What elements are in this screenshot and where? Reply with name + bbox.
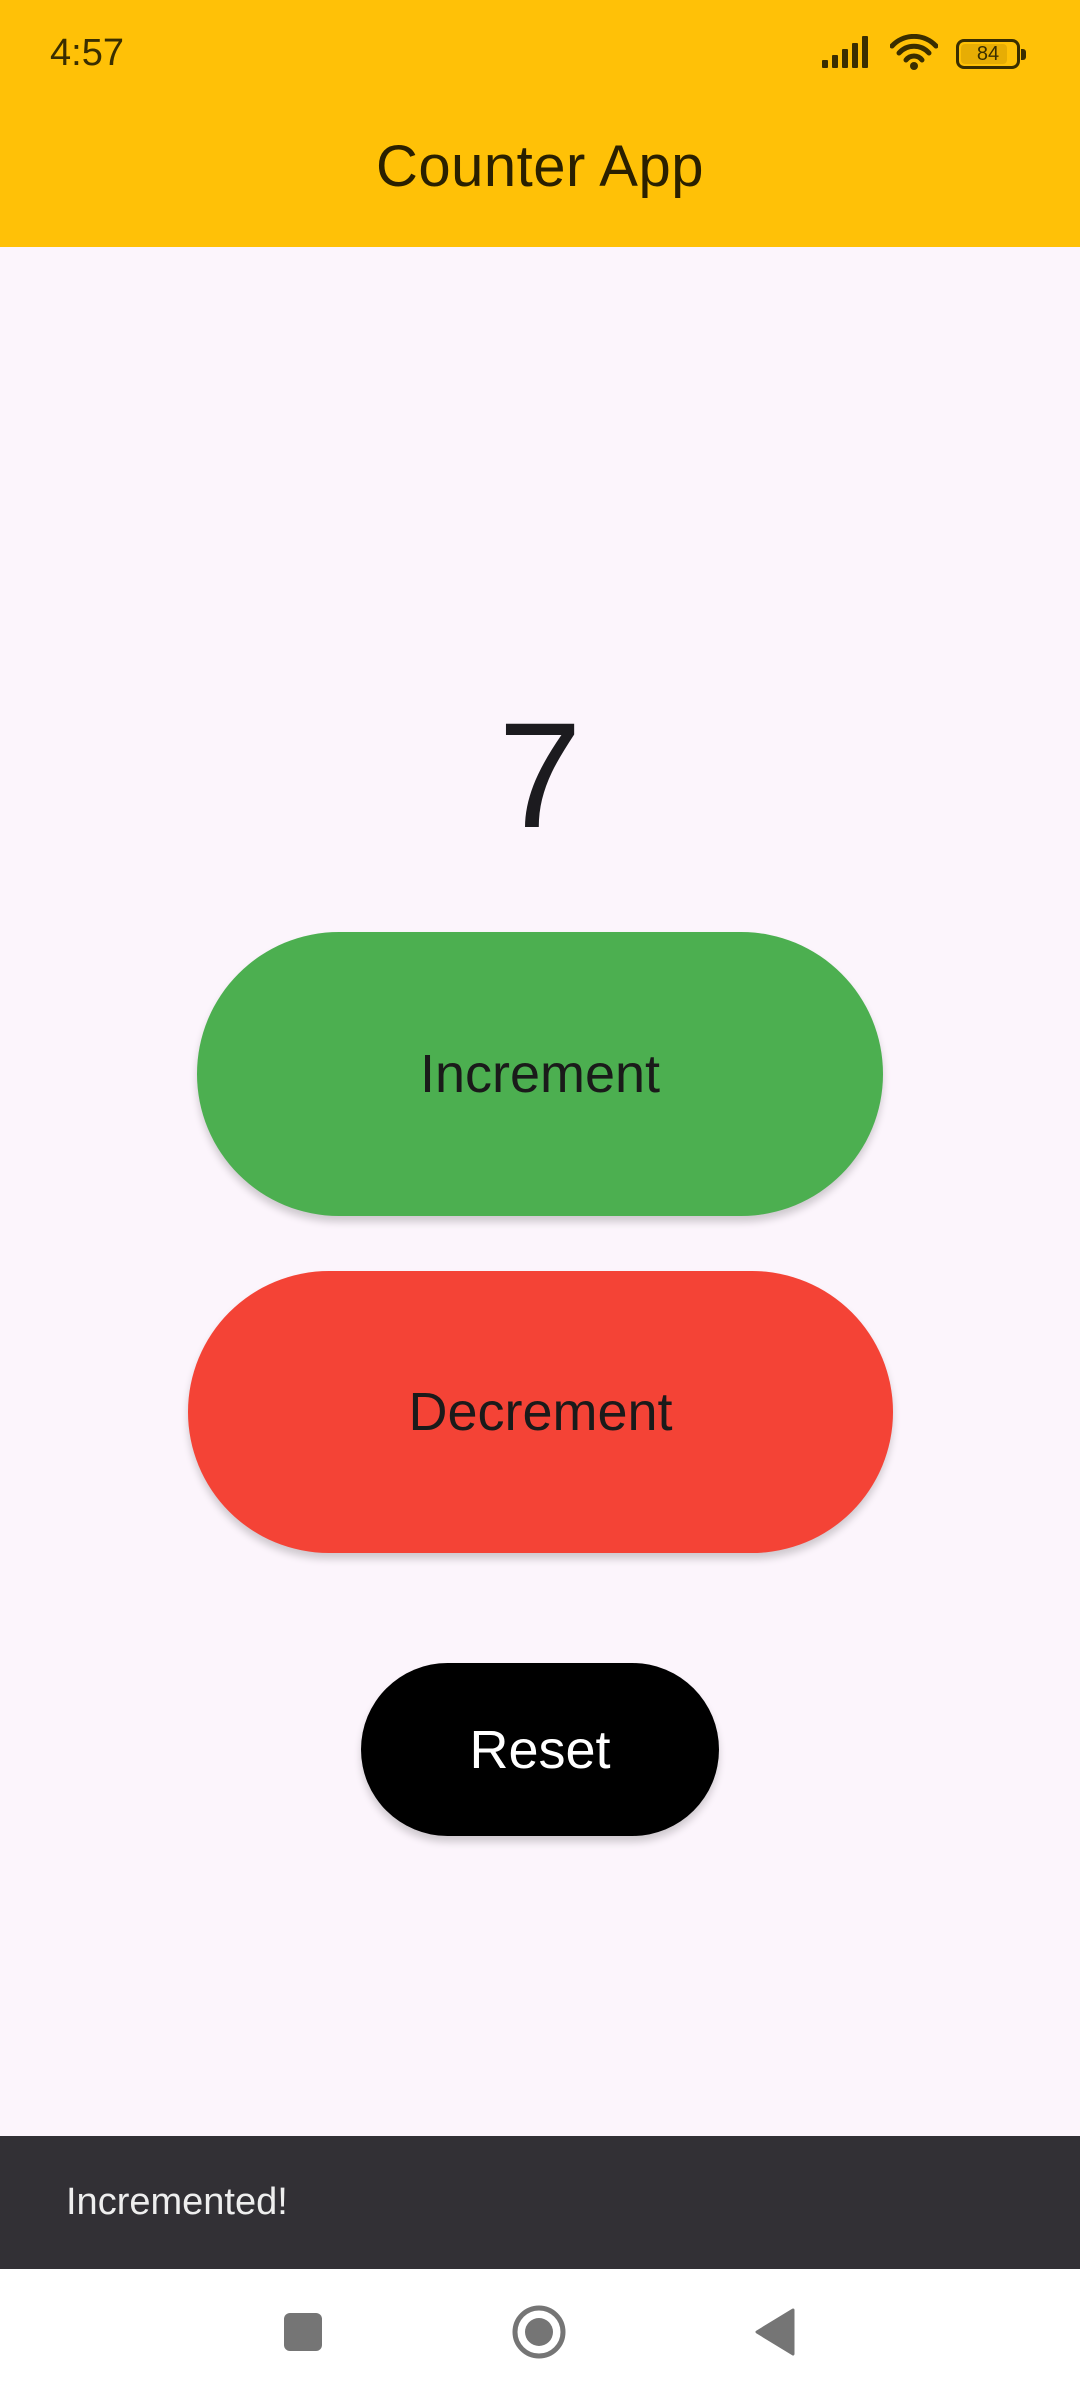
home-button[interactable] [479,2269,599,2400]
counter-value: 7 [498,691,582,859]
snackbar-message: Incremented! [66,2181,288,2223]
back-button[interactable] [715,2269,835,2400]
home-icon [511,2304,567,2365]
battery-icon: 84 [956,39,1026,69]
decrement-button[interactable]: Decrement [188,1271,893,1553]
reset-button[interactable]: Reset [361,1663,719,1836]
recents-icon [282,2311,324,2358]
system-nav-bar [0,2269,1080,2400]
increment-button-label: Increment [419,1044,661,1104]
decrement-button-label: Decrement [408,1382,673,1442]
increment-button[interactable]: Increment [197,932,883,1216]
snackbar: Incremented! [0,2136,1080,2269]
wifi-icon [889,33,939,75]
reset-button-label: Reset [469,1719,611,1780]
battery-level: 84 [976,43,1000,65]
app-bar: 4:57 84 Counter App [0,0,1080,247]
recents-button[interactable] [243,2269,363,2400]
status-icons: 84 [822,33,1026,75]
status-time: 4:57 [50,32,124,74]
signal-icon [822,35,872,73]
app-screen: 4:57 84 Counter App 7 Increment Decremen… [0,0,1080,2400]
page-title: Counter App [376,134,704,199]
back-icon [753,2308,797,2361]
